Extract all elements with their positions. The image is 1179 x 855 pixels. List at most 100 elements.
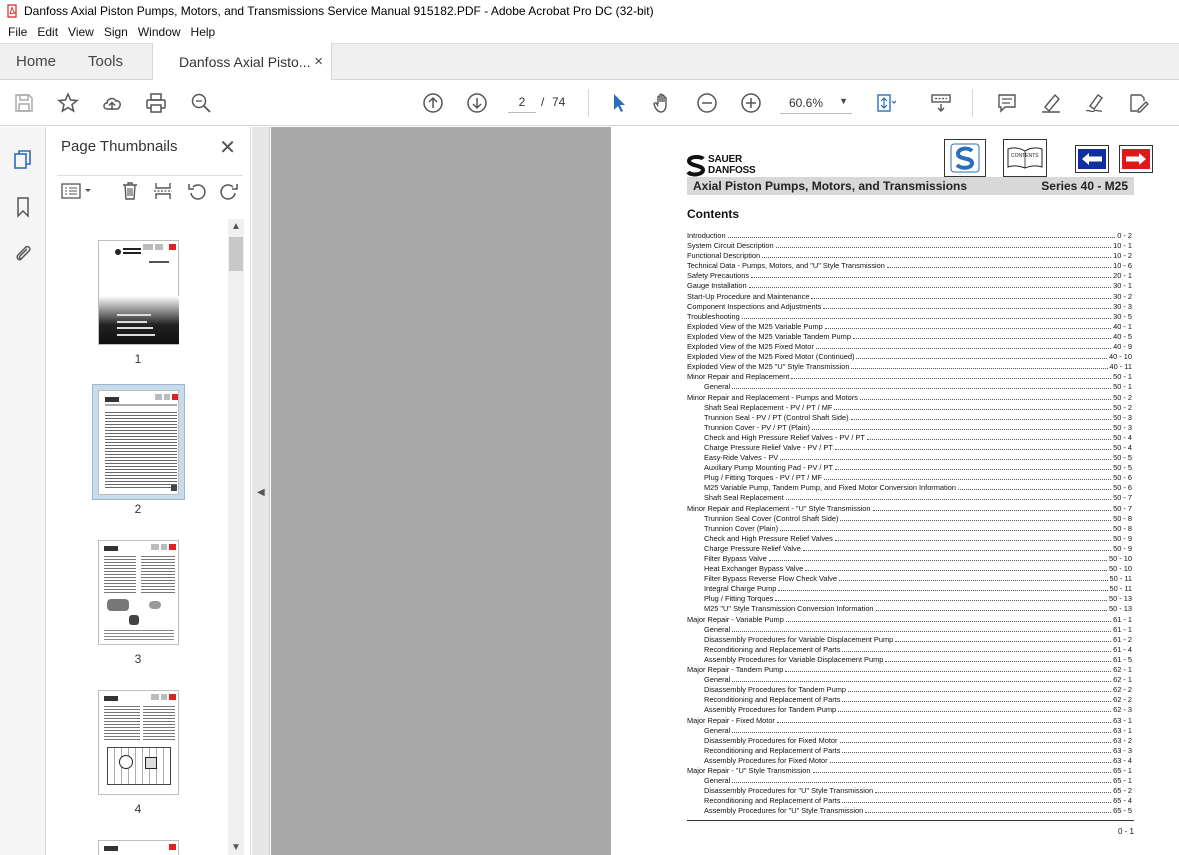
document-viewport[interactable]: SAUER DANFOSS CONTENTS Axial Piston Pump…	[271, 127, 1179, 855]
toc-entry[interactable]: Charge Pressure Relief Valve - PV / PT 50…	[687, 443, 1132, 453]
toc-entry[interactable]: Major Repair - "U" Style Transmission 65 …	[687, 766, 1132, 776]
print-button[interactable]	[144, 91, 168, 115]
toc-entry[interactable]: Check and High Pressure Relief Valves 50 …	[687, 534, 1132, 544]
previous-page-button[interactable]	[421, 91, 445, 115]
toc-entry[interactable]: Heat Exchanger Bypass Valve 50 - 10	[687, 564, 1132, 574]
toc-entry[interactable]: Major Repair - Fixed Motor 63 - 1	[687, 716, 1132, 726]
bookmarks-rail-button[interactable]	[10, 194, 36, 220]
sauer-logo-button[interactable]	[944, 139, 986, 177]
menu-view[interactable]: View	[64, 25, 98, 39]
collapse-left-icon[interactable]: ◀	[257, 487, 265, 498]
toc-entry[interactable]: Integral Charge Pump 50 - 11	[687, 584, 1132, 594]
thumbnails-scrollbar[interactable]: ▲ ▼	[228, 219, 244, 855]
toc-entry[interactable]: Trunnion Seal - PV / PT (Control Shaft S…	[687, 413, 1132, 423]
toc-entry[interactable]: Charge Pressure Relief Valve 50 - 9	[687, 544, 1132, 554]
page-thumbnail-3[interactable]	[98, 540, 179, 645]
toc-entry[interactable]: Assembly Procedures for Variable Displac…	[687, 655, 1132, 665]
toc-entry[interactable]: Major Repair - Tandem Pump 62 - 1	[687, 665, 1132, 675]
toc-entry[interactable]: Exploded View of the M25 Variable Tandem…	[687, 332, 1132, 342]
toc-entry[interactable]: Exploded View of the M25 Fixed Motor 40 -…	[687, 342, 1132, 352]
toc-entry[interactable]: Assembly Procedures for "U" Style Transm…	[687, 806, 1132, 816]
toc-entry[interactable]: Minor Repair and Replacement - "U" Style…	[687, 504, 1132, 514]
fit-page-button[interactable]	[873, 91, 897, 115]
toc-entry[interactable]: Troubleshooting 30 - 5	[687, 312, 1132, 322]
toc-entry[interactable]: Reconditioning and Replacement of Parts 6…	[687, 796, 1132, 806]
toc-entry[interactable]: Reconditioning and Replacement of Parts 6…	[687, 645, 1132, 655]
toc-entry[interactable]: Shaft Seal Replacement - PV / PT / MF 50 …	[687, 403, 1132, 413]
toc-entry[interactable]: M25 Variable Pump, Tandem Pump, and Fixe…	[687, 483, 1132, 493]
toc-entry[interactable]: General 65 - 1	[687, 776, 1132, 786]
toc-entry[interactable]: Disassembly Procedures for "U" Style Tra…	[687, 786, 1132, 796]
scroll-up-icon[interactable]: ▲	[231, 221, 241, 232]
page-number-input[interactable]	[508, 91, 536, 113]
close-panel-icon[interactable]: ✕	[219, 135, 236, 160]
page-thumbnail-2[interactable]	[98, 390, 179, 495]
toc-entry[interactable]: Safety Precautions 20 - 1	[687, 271, 1132, 281]
select-tool-button[interactable]	[607, 91, 631, 115]
page-thumbnail-1[interactable]	[98, 240, 179, 345]
menu-help[interactable]: Help	[187, 25, 220, 39]
toc-entry[interactable]: Minor Repair and Replacement - Pumps and…	[687, 393, 1132, 403]
toc-entry[interactable]: Plug / Fitting Torques 50 - 13	[687, 594, 1132, 604]
toc-entry[interactable]: General 63 - 1	[687, 726, 1132, 736]
hand-tool-button[interactable]	[651, 91, 675, 115]
page-thumbnail-4[interactable]	[98, 690, 179, 795]
tab-document[interactable]: Danfoss Axial Pisto... ×	[152, 43, 332, 81]
page-thumbnail-partial[interactable]	[98, 840, 179, 855]
save-button[interactable]	[12, 91, 36, 115]
menu-window[interactable]: Window	[134, 25, 185, 39]
toc-entry[interactable]: Easy-Ride Valves - PV 50 - 5	[687, 453, 1132, 463]
toc-entry[interactable]: Trunnion Cover - PV / PT (Plain) 50 - 3	[687, 423, 1132, 433]
toc-entry[interactable]: Disassembly Procedures for Variable Disp…	[687, 635, 1132, 645]
toc-entry[interactable]: Check and High Pressure Relief Valves - …	[687, 433, 1132, 443]
menu-sign[interactable]: Sign	[100, 25, 132, 39]
toc-entry[interactable]: Technical Data - Pumps, Motors, and "U" …	[687, 261, 1132, 271]
options-menu-icon[interactable]	[61, 182, 95, 200]
toc-entry[interactable]: Assembly Procedures for Fixed Motor 63 - …	[687, 756, 1132, 766]
toc-entry[interactable]: Disassembly Procedures for Fixed Motor 63…	[687, 736, 1132, 746]
scrollbar-thumb[interactable]	[229, 237, 243, 271]
toc-entry[interactable]: General 61 - 1	[687, 625, 1132, 635]
contents-book-button[interactable]: CONTENTS	[1003, 139, 1047, 177]
toc-entry[interactable]: Component Inspections and Adjustments 30 …	[687, 302, 1132, 312]
zoom-in-button[interactable]	[739, 91, 763, 115]
menu-file[interactable]: File	[4, 25, 31, 39]
toc-entry[interactable]: Trunnion Cover (Plain) 50 - 8	[687, 524, 1132, 534]
toc-entry[interactable]: Plug / Fitting Torques - PV / PT / MF 50 …	[687, 473, 1132, 483]
extract-pages-icon[interactable]	[153, 181, 173, 201]
toc-entry[interactable]: Reconditioning and Replacement of Parts 6…	[687, 695, 1132, 705]
toc-entry[interactable]: Functional Description 10 - 2	[687, 251, 1132, 261]
close-tab-icon[interactable]: ×	[314, 53, 323, 70]
toc-entry[interactable]: Introduction 0 - 2	[687, 231, 1132, 241]
toc-entry[interactable]: System Circuit Description 10 - 1	[687, 241, 1132, 251]
toc-entry[interactable]: Filter Bypass Reverse Flow Check Valve 50…	[687, 574, 1132, 584]
bookmark-star-button[interactable]	[56, 91, 80, 115]
toc-entry[interactable]: Exploded View of the M25 Variable Pump 40…	[687, 322, 1132, 332]
fill-sign-button[interactable]	[1083, 91, 1107, 115]
toc-entry[interactable]: Assembly Procedures for Tandem Pump 62 - …	[687, 705, 1132, 715]
rotate-clockwise-icon[interactable]	[219, 181, 239, 201]
toc-entry[interactable]: General 50 - 1	[687, 382, 1132, 392]
previous-page-arrow-button[interactable]	[1075, 145, 1109, 173]
keyboard-scroll-button[interactable]	[929, 91, 953, 115]
toc-entry[interactable]: Exploded View of the M25 "U" Style Trans…	[687, 362, 1132, 372]
attachments-rail-button[interactable]	[10, 240, 36, 266]
next-page-button[interactable]	[465, 91, 489, 115]
zoom-level-select[interactable]: 60.6% ▼	[780, 92, 852, 114]
next-page-arrow-button[interactable]	[1119, 145, 1153, 173]
tab-home[interactable]: Home	[16, 44, 56, 80]
toc-entry[interactable]: Trunnion Seal Cover (Control Shaft Side)…	[687, 514, 1132, 524]
toc-entry[interactable]: General 62 - 1	[687, 675, 1132, 685]
highlight-button[interactable]	[1039, 91, 1063, 115]
toc-entry[interactable]: Filter Bypass Valve 50 - 10	[687, 554, 1132, 564]
share-button[interactable]	[100, 91, 124, 115]
toc-entry[interactable]: Auxiliary Pump Mounting Pad - PV / PT 50 …	[687, 463, 1132, 473]
scroll-down-icon[interactable]: ▼	[231, 842, 241, 853]
toc-entry[interactable]: Minor Repair and Replacement 50 - 1	[687, 372, 1132, 382]
trash-icon[interactable]	[120, 181, 140, 201]
panel-collapse-handle[interactable]: ◀	[252, 127, 270, 855]
page-thumbnails-rail-button[interactable]	[10, 147, 36, 173]
find-button[interactable]	[189, 91, 213, 115]
comment-button[interactable]	[995, 91, 1019, 115]
toc-entry[interactable]: Shaft Seal Replacement 50 - 7	[687, 493, 1132, 503]
